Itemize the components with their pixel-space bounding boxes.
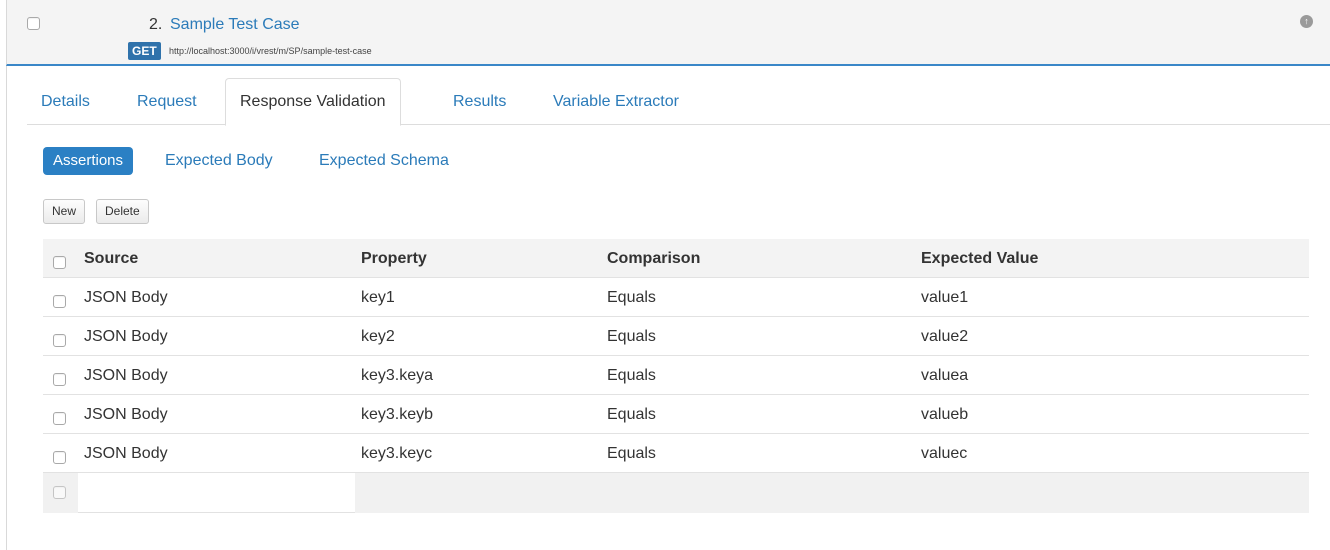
cell-property[interactable]: key3.keya — [361, 356, 433, 395]
tab-variable-extractor[interactable]: Variable Extractor — [539, 78, 693, 125]
new-button[interactable]: New — [43, 199, 86, 224]
cell-expected-value[interactable]: valuec — [921, 434, 967, 473]
row-checkbox[interactable] — [53, 373, 66, 386]
row-checkbox[interactable] — [53, 295, 66, 308]
pill-assertions[interactable]: Assertions — [43, 147, 134, 175]
row-checkbox[interactable] — [53, 334, 66, 347]
table-row[interactable]: JSON Body key2 Equals value2 — [43, 317, 1309, 356]
row-checkbox[interactable] — [53, 412, 66, 425]
test-case-checkbox[interactable] — [27, 17, 40, 30]
row-checkbox[interactable] — [53, 451, 66, 464]
cell-expected-value[interactable]: valueb — [921, 395, 968, 434]
pill-expected-body[interactable]: Expected Body — [165, 147, 273, 175]
cell-property[interactable]: key3.keyc — [361, 434, 432, 473]
new-assertion-row[interactable] — [43, 473, 1309, 513]
tab-response-validation[interactable]: Response Validation — [225, 78, 401, 126]
test-case-number: 2. — [149, 16, 163, 33]
cell-comparison[interactable]: Equals — [607, 278, 656, 317]
assertions-table: Source Property Comparison Expected Valu… — [43, 239, 1309, 513]
cell-property[interactable]: key2 — [361, 317, 395, 356]
cell-comparison[interactable]: Equals — [607, 434, 656, 473]
cell-source[interactable]: JSON Body — [84, 317, 168, 356]
panel-left-border — [6, 66, 7, 550]
tab-results[interactable]: Results — [439, 78, 520, 125]
table-row[interactable]: JSON Body key1 Equals value1 — [43, 278, 1309, 317]
cell-property[interactable]: key3.keyb — [361, 395, 433, 434]
cell-source[interactable]: JSON Body — [84, 278, 168, 317]
test-case-url: http://localhost:3000/i/vrest/m/SP/sampl… — [169, 46, 372, 56]
cell-source[interactable]: JSON Body — [84, 434, 168, 473]
tab-request[interactable]: Request — [123, 78, 211, 125]
cell-expected-value[interactable]: value2 — [921, 317, 968, 356]
cell-expected-value[interactable]: valuea — [921, 356, 968, 395]
new-row-fill — [355, 473, 1309, 513]
cell-source[interactable]: JSON Body — [84, 395, 168, 434]
tab-bar: Details Request Response Validation Resu… — [27, 78, 1330, 126]
column-header-comparison: Comparison — [607, 250, 701, 267]
test-case-header: 2. Sample Test Case GET http://localhost… — [6, 0, 1330, 66]
column-header-source: Source — [84, 250, 139, 267]
table-row[interactable]: JSON Body key3.keyc Equals valuec — [43, 434, 1309, 473]
cell-comparison[interactable]: Equals — [607, 395, 656, 434]
cell-comparison[interactable]: Equals — [607, 356, 656, 395]
column-header-property: Property — [361, 250, 427, 267]
table-header-row: Source Property Comparison Expected Valu… — [43, 239, 1309, 278]
new-row-checkbox[interactable] — [53, 486, 66, 499]
select-all-checkbox[interactable] — [53, 256, 66, 269]
test-case-title[interactable]: Sample Test Case — [170, 16, 300, 34]
cell-source[interactable]: JSON Body — [84, 356, 168, 395]
cell-property[interactable]: key1 — [361, 278, 395, 317]
info-icon[interactable]: ↑ — [1300, 15, 1313, 28]
table-row[interactable]: JSON Body key3.keyb Equals valueb — [43, 395, 1309, 434]
method-badge: GET — [128, 42, 161, 60]
table-row[interactable]: JSON Body key3.keya Equals valuea — [43, 356, 1309, 395]
delete-button[interactable]: Delete — [96, 199, 149, 224]
tab-details[interactable]: Details — [27, 78, 104, 125]
cell-comparison[interactable]: Equals — [607, 317, 656, 356]
cell-expected-value[interactable]: value1 — [921, 278, 968, 317]
pill-expected-schema[interactable]: Expected Schema — [319, 147, 449, 175]
column-header-expected-value: Expected Value — [921, 250, 1039, 267]
